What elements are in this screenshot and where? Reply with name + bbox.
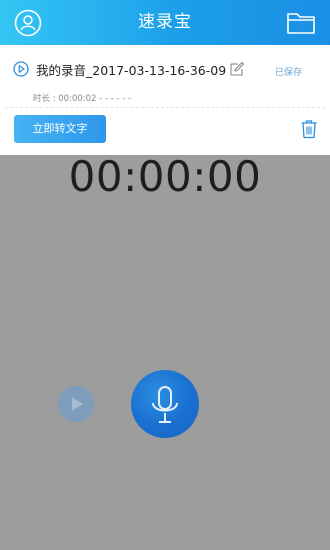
saved-status: 已保存 — [275, 68, 303, 78]
folder-icon — [287, 13, 315, 34]
recording-card: 我的录音_2017-03-13-16-36-09 已保存 时长 : 00:00:… — [0, 45, 330, 155]
divider — [5, 107, 325, 108]
convert-to-text-button[interactable]: 立即转文字 — [14, 115, 106, 143]
duration-text: 时长 : 00:00:02 - - - - - - — [33, 94, 132, 104]
edit-icon[interactable] — [229, 61, 245, 77]
record-button[interactable] — [131, 370, 199, 438]
trash-icon[interactable] — [300, 119, 318, 139]
app-title: 速录宝 — [138, 12, 192, 32]
play-button[interactable] — [58, 386, 94, 422]
recording-filename: 我的录音_2017-03-13-16-36-09 — [36, 63, 227, 78]
app-header: 速录宝 — [0, 0, 330, 45]
timer-display: 00:00:00 — [68, 152, 262, 201]
folder-button[interactable] — [285, 8, 317, 38]
play-circle-icon[interactable] — [13, 61, 29, 77]
microphone-icon — [152, 386, 178, 423]
